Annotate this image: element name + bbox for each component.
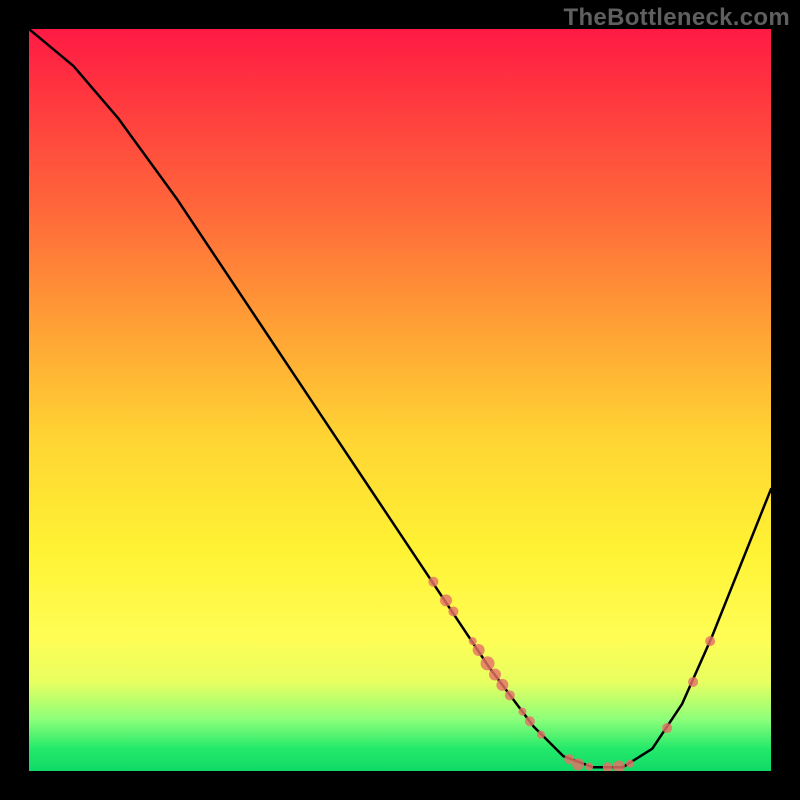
data-point-marker (428, 577, 438, 587)
data-point-marker (572, 758, 584, 770)
data-point-marker (662, 723, 672, 733)
data-point-marker (585, 763, 593, 771)
data-point-marker (489, 669, 501, 681)
bottleneck-curve-chart (29, 29, 771, 771)
watermark-text: TheBottleneck.com (564, 4, 790, 32)
data-point-marker (469, 637, 477, 645)
data-point-marker (603, 762, 613, 771)
data-point-marker (440, 594, 452, 606)
data-point-marker (626, 760, 634, 768)
data-point-marker (525, 716, 535, 726)
data-point-marker (505, 690, 515, 700)
data-point-marker (496, 679, 508, 691)
data-point-marker (705, 636, 715, 646)
data-point-marker (688, 677, 698, 687)
data-point-marker (473, 644, 485, 656)
data-point-marker (448, 606, 458, 616)
data-point-marker (613, 761, 625, 771)
data-point-marker (518, 708, 526, 716)
data-point-marker (537, 731, 545, 739)
chart-plot-area (29, 29, 771, 771)
data-point-marker (481, 656, 495, 670)
bottleneck-curve (29, 29, 771, 767)
